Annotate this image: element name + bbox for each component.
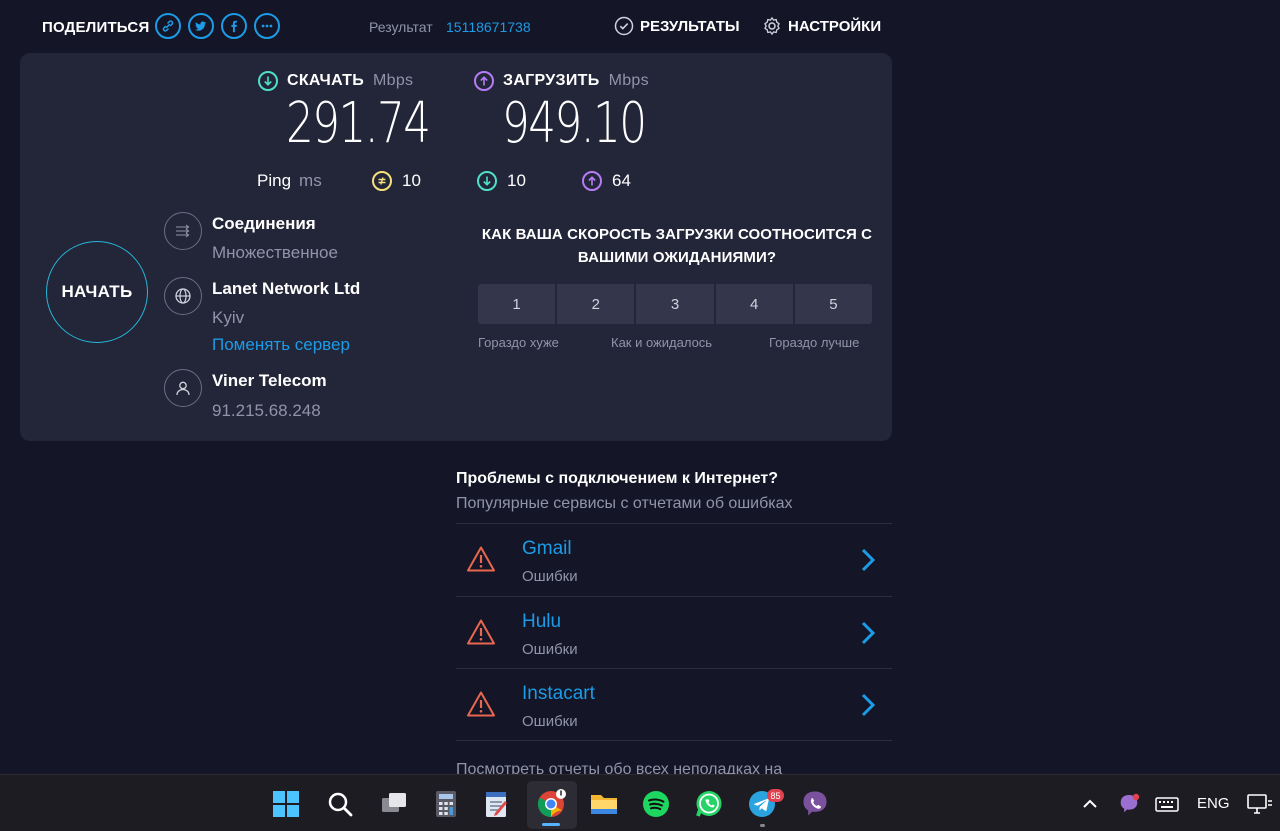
top-bar: ПОДЕЛИТЬСЯ Результат 15118671738 РЕЗУЛЬТ… [0,0,900,54]
divider [456,740,892,741]
ping-label-group: Ping ms [257,171,322,191]
ping-download-value: 10 [507,171,526,190]
file-explorer-icon[interactable] [589,789,619,819]
results-nav[interactable]: РЕЗУЛЬТАТЫ [614,16,740,36]
network-display-icon[interactable] [1244,789,1274,819]
warning-icon [467,691,495,717]
chevron-right-icon [861,621,876,645]
windows-start-icon[interactable] [271,789,301,819]
scale-low-label: Гораздо хуже [478,335,559,350]
ping-idle: 10 [372,171,421,191]
running-indicator [760,824,765,827]
facebook-icon[interactable] [221,13,247,39]
problem-row-hulu[interactable]: Hulu Ошибки [456,596,892,668]
scale-mid-label: Как и ожидалось [611,335,713,350]
share-label: ПОДЕЛИТЬСЯ [42,19,150,36]
result-label: Результат [369,19,433,35]
task-view-icon[interactable] [379,789,409,819]
chrome-icon[interactable] [536,789,566,819]
language-indicator[interactable]: ENG [1197,795,1230,812]
survey-question: КАК ВАША СКОРОСТЬ ЗАГРУЗКИ СООТНОСИТСЯ С… [481,226,873,266]
upload-arrow-icon [474,71,494,91]
keyboard-icon[interactable] [1152,789,1182,819]
taskbar: 85 ENG [0,774,1280,831]
service-name: Hulu [522,611,562,632]
change-server-link[interactable]: Поменять сервер [212,335,350,355]
download-header: СКАЧАТЬ Mbps [258,71,413,91]
settings-label: НАСТРОЙКИ [788,17,882,35]
chevron-right-icon [861,693,876,717]
upload-speed-value: 949.10 [502,91,647,156]
gear-icon [764,17,780,35]
problem-row-gmail[interactable]: Gmail Ошибки [456,523,892,595]
results-label: РЕЗУЛЬТАТЫ [640,17,740,35]
service-status: Ошибки [522,568,578,585]
user-icon [164,369,202,407]
problems-subtitle: Популярные сервисы с отчетами об ошибках [456,495,793,512]
upload-latency-icon [582,171,602,191]
isp-name: Viner Telecom [212,371,327,390]
server-name: Lanet Network Ltd [212,279,361,298]
ping-upload-value: 64 [612,171,631,190]
globe-icon [164,277,202,315]
check-circle-icon [614,16,634,36]
idle-latency-icon [372,171,392,191]
chevron-right-icon [861,548,876,572]
upload-unit: Mbps [608,72,649,89]
rating-option-4[interactable]: 4 [715,284,793,324]
service-name: Instacart [522,683,595,704]
connections-title: Соединения [212,214,316,233]
upload-header: ЗАГРУЗИТЬ Mbps [474,71,649,91]
notepad-icon[interactable] [481,789,511,819]
rating-option-2[interactable]: 2 [557,284,635,324]
scale-high-label: Гораздо лучше [769,335,860,350]
ping-upload: 64 [582,171,631,191]
telegram-unread-badge: 85 [767,789,784,802]
download-arrow-icon [258,71,278,91]
download-label: СКАЧАТЬ [287,72,365,89]
spotify-icon[interactable] [641,789,671,819]
more-icon[interactable] [254,13,280,39]
start-button[interactable]: НАЧАТЬ [46,241,148,343]
ping-idle-value: 10 [402,171,421,190]
rating-scale: 1 2 3 4 5 [478,284,873,324]
search-icon[interactable] [325,789,355,819]
isp-ip: 91.215.68.248 [212,401,321,420]
link-icon[interactable] [155,13,181,39]
warning-icon [467,546,495,572]
connections-value[interactable]: Множественное [212,243,338,263]
ping-download: 10 [477,171,526,191]
download-speed-value: 291.74 [286,91,431,156]
ping-label: Ping [257,171,292,190]
download-unit: Mbps [373,72,414,89]
problem-row-instacart[interactable]: Instacart Ошибки [456,668,892,740]
result-id-link[interactable]: 15118671738 [446,19,531,35]
rating-option-5[interactable]: 5 [794,284,873,324]
calculator-icon[interactable] [431,789,461,819]
upload-label: ЗАГРУЗИТЬ [503,72,600,89]
active-indicator [542,823,560,826]
speedtest-panel: СКАЧАТЬ Mbps 291.74 ЗАГРУЗИТЬ Mbps 949.1… [20,53,892,441]
whatsapp-icon[interactable] [694,789,724,819]
service-status: Ошибки [522,641,578,658]
server-city: Kyiv [212,308,245,327]
ping-unit: ms [299,171,322,190]
problems-title: Проблемы с подключением к Интернет? [456,470,779,487]
download-latency-icon [477,171,497,191]
chevron-up-icon[interactable] [1075,789,1105,819]
settings-nav[interactable]: НАСТРОЙКИ [762,16,881,36]
service-status: Ошибки [522,713,578,730]
viber-icon[interactable] [800,789,830,819]
twitter-icon[interactable] [188,13,214,39]
rating-option-3[interactable]: 3 [636,284,714,324]
viber-tray-icon[interactable] [1114,789,1144,819]
warning-icon [467,619,495,645]
connections-icon [164,212,202,250]
service-name: Gmail [522,538,572,559]
rating-option-1[interactable]: 1 [478,284,556,324]
